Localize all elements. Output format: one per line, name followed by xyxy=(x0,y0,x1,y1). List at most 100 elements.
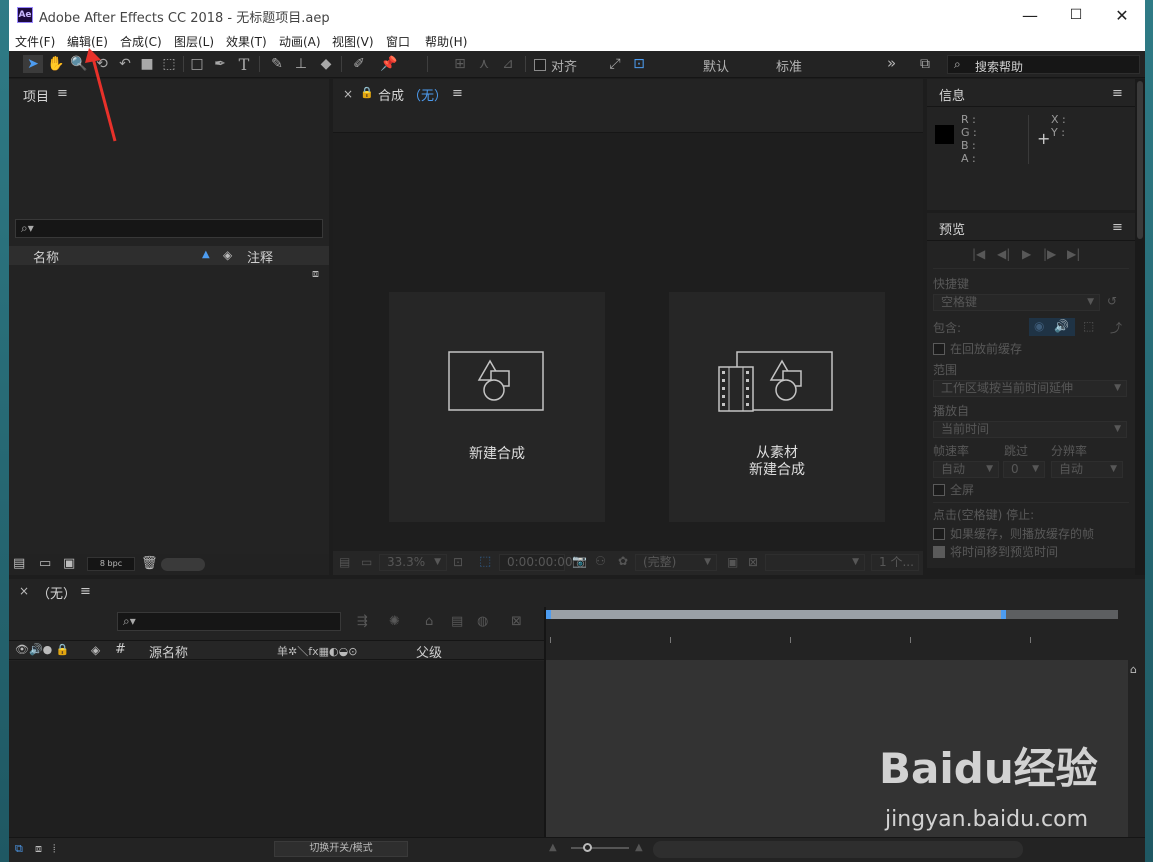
comp-tab-name[interactable]: （无） xyxy=(408,85,447,104)
region-of-interest-icon[interactable]: ▣ xyxy=(727,555,738,569)
menu-effect[interactable]: 效果(T) xyxy=(226,33,267,50)
parent-header[interactable]: 父级 xyxy=(416,642,442,661)
menu-layer[interactable]: 图层(L) xyxy=(174,33,214,50)
close-tab-icon[interactable]: × xyxy=(19,584,29,598)
work-area-start-handle[interactable] xyxy=(546,610,551,619)
frame-blending-icon[interactable]: ▤ xyxy=(451,614,463,629)
play-from-dropdown[interactable]: 当前时间 ▼ xyxy=(933,421,1127,438)
video-toggle-icon[interactable]: ◉ xyxy=(1034,319,1044,333)
clone-stamp-tool-icon[interactable]: ⊥ xyxy=(291,55,311,73)
source-name-header[interactable]: 源名称 xyxy=(149,642,188,661)
thumbnail-slider[interactable] xyxy=(161,558,205,571)
selection-tool-icon[interactable]: ➤ xyxy=(23,55,43,73)
interpret-footage-icon[interactable]: ▤ xyxy=(13,556,25,571)
delete-icon[interactable]: 🗑 xyxy=(141,556,158,571)
always-preview-icon[interactable]: ▤ xyxy=(339,555,350,569)
toggle-transparency-icon[interactable]: ⊠ xyxy=(748,555,758,569)
toggle-switches-modes-button[interactable]: 切换开关/模式 xyxy=(274,841,408,857)
local-axis-icon[interactable]: ⊞ xyxy=(450,55,470,73)
comp-mini-flowchart-icon[interactable]: ⇶ xyxy=(357,614,368,629)
rectangle-tool-icon[interactable]: □ xyxy=(187,55,207,73)
draft-3d-icon[interactable]: ✺ xyxy=(389,614,400,629)
preview-panel-menu-icon[interactable]: ≡ xyxy=(1112,220,1123,235)
timeline-zoom-thumb[interactable] xyxy=(583,843,592,852)
transparency-grid-icon[interactable]: ⬚ xyxy=(479,554,491,569)
work-area-bar[interactable] xyxy=(546,610,1118,619)
cache-before-play-checkbox[interactable] xyxy=(933,343,945,355)
close-tab-icon[interactable]: × xyxy=(343,87,353,101)
roto-brush-tool-icon[interactable]: ✐ xyxy=(349,55,369,73)
last-frame-icon[interactable]: ▶| xyxy=(1067,247,1080,261)
audio-toggle-icon[interactable]: 🔊 xyxy=(1054,319,1069,333)
timeline-horizontal-scrollbar[interactable] xyxy=(653,841,1023,858)
in-out-toggle-icon[interactable]: ⦙ xyxy=(53,842,55,856)
previous-frame-icon[interactable]: ◀| xyxy=(997,247,1010,261)
timeline-tab-title[interactable]: （无） xyxy=(37,583,76,602)
layer-controls-icon[interactable]: ⤴ xyxy=(1110,319,1122,336)
workspace-default[interactable]: 默认 xyxy=(703,56,729,75)
column-comment-header[interactable]: 注释 xyxy=(247,247,273,266)
label-tag-icon[interactable]: ◈ xyxy=(223,248,232,262)
pan-behind-tool-icon[interactable]: ⬚ xyxy=(159,55,179,73)
preview-resolution-dropdown[interactable]: 自动 ▼ xyxy=(1051,461,1123,478)
comp-button-icon[interactable]: ⌂ xyxy=(1130,663,1137,676)
shortcut-dropdown[interactable]: 空格键 ▼ xyxy=(933,294,1100,311)
label-tag-icon[interactable]: ◈ xyxy=(91,643,100,657)
layer-switches-icons[interactable]: 单✲＼fx▦◐◒⊙ xyxy=(277,643,357,659)
play-cached-checkbox[interactable] xyxy=(933,528,945,540)
motion-blur-icon[interactable]: ◍ xyxy=(477,614,488,629)
camera-view-dropdown[interactable]: ▼ xyxy=(765,554,865,571)
close-button[interactable]: ✕ xyxy=(1099,0,1145,30)
first-frame-icon[interactable]: |◀ xyxy=(972,247,985,261)
brush-tool-icon[interactable]: ✎ xyxy=(267,55,287,73)
new-composition-icon[interactable]: ▣ xyxy=(63,556,75,571)
hand-tool-icon[interactable]: ✋ xyxy=(46,55,66,73)
scrollbar-thumb[interactable] xyxy=(1137,81,1143,239)
reset-icon[interactable]: ↺ xyxy=(1107,294,1117,308)
move-time-checkbox[interactable] xyxy=(933,546,945,558)
info-panel-title[interactable]: 信息 xyxy=(939,85,965,104)
menu-composition[interactable]: 合成(C) xyxy=(120,33,162,50)
flowchart-icon[interactable]: ⧈ xyxy=(312,267,319,281)
workspace-sync-icon[interactable]: ⧉ xyxy=(914,55,936,73)
project-panel-menu-icon[interactable]: ≡ xyxy=(57,86,68,101)
workspace-more-button[interactable]: » xyxy=(887,54,896,72)
puppet-pin-tool-icon[interactable]: 📌 xyxy=(379,55,399,73)
bit-depth-button[interactable]: 8 bpc xyxy=(87,557,135,571)
snapshot-icon[interactable]: 📷 xyxy=(572,554,587,568)
lock-icon[interactable]: 🔒 xyxy=(360,86,374,99)
timeline-panel-menu-icon[interactable]: ≡ xyxy=(80,584,91,599)
graph-editor-icon[interactable]: ⊠ xyxy=(511,614,522,629)
menu-animation[interactable]: 动画(A) xyxy=(279,33,321,50)
snap-options-icon[interactable]: ⤢ xyxy=(605,55,625,73)
current-time-field[interactable]: 0:00:00:00 xyxy=(499,554,573,571)
preview-panel-title[interactable]: 预览 xyxy=(939,219,965,238)
right-panels-scrollbar[interactable] xyxy=(1135,79,1145,575)
minimize-button[interactable]: — xyxy=(1007,0,1053,30)
resolution-dropdown[interactable]: (完整) ▼ xyxy=(635,554,717,571)
snap-target-icon[interactable]: ⊡ xyxy=(629,55,649,73)
maximize-button[interactable]: ☐ xyxy=(1053,0,1099,30)
world-axis-icon[interactable]: ⋏ xyxy=(474,55,494,73)
layer-number-header[interactable]: # xyxy=(115,642,126,657)
menu-file[interactable]: 文件(F) xyxy=(15,33,55,50)
menu-window[interactable]: 窗口 xyxy=(386,33,410,50)
next-frame-icon[interactable]: |▶ xyxy=(1043,247,1056,261)
color-channel-icon[interactable]: ✿ xyxy=(618,554,628,568)
layer-switches-toggle-icon[interactable]: ⧉ xyxy=(15,842,23,856)
frame-rate-dropdown[interactable]: 自动 ▼ xyxy=(933,461,999,478)
av-features-icons[interactable]: 👁🔊● 🔒 xyxy=(15,643,69,656)
monitor-icon[interactable]: ▭ xyxy=(361,555,372,569)
transfer-controls-toggle-icon[interactable]: ⧈ xyxy=(35,842,42,856)
search-help-field[interactable]: ⌕ 搜索帮助 xyxy=(947,55,1140,74)
safe-margins-icon[interactable]: ⊡ xyxy=(453,555,463,569)
project-panel-title[interactable]: 项目 xyxy=(23,86,49,105)
full-screen-checkbox[interactable] xyxy=(933,484,945,496)
hide-shy-layers-icon[interactable]: ⌂ xyxy=(425,614,433,629)
sort-ascending-icon[interactable]: ▲ xyxy=(202,249,210,260)
comp-panel-menu-icon[interactable]: ≡ xyxy=(452,86,463,101)
new-comp-from-footage-card[interactable]: 从素材 新建合成 xyxy=(669,292,885,522)
column-name-header[interactable]: 名称 xyxy=(33,247,59,266)
show-snapshot-icon[interactable]: ⚇ xyxy=(595,554,606,568)
overlay-toggle-icon[interactable]: ⬚ xyxy=(1083,319,1094,333)
